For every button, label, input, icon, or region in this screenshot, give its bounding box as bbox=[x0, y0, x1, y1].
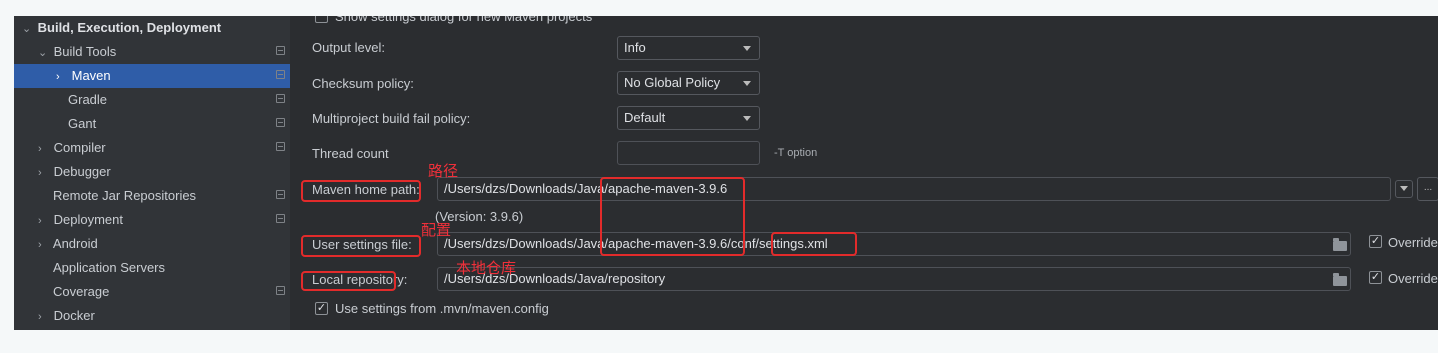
chevron-down-icon: ⌄ bbox=[38, 47, 48, 59]
checksum-policy-label: Checksum policy: bbox=[312, 76, 414, 91]
user-settings-input[interactable]: /Users/dzs/Downloads/Java/apache-maven-3… bbox=[437, 232, 1351, 256]
sidebar-item-debugger[interactable]: › Debugger bbox=[14, 160, 314, 184]
sidebar-item-application-servers[interactable]: Application Servers bbox=[14, 256, 329, 280]
sidebar-item-label: Compiler bbox=[53, 140, 106, 155]
multiproject-fail-policy-dropdown[interactable]: Default bbox=[617, 106, 760, 130]
sidebar-item-label: Build, Execution, Deployment bbox=[37, 20, 222, 35]
checksum-policy-dropdown[interactable]: No Global Policy bbox=[617, 71, 760, 95]
project-settings-icon bbox=[276, 214, 285, 223]
sidebar-item-remote-jar-repositories[interactable]: Remote Jar Repositories bbox=[14, 184, 329, 208]
sidebar-item-coverage[interactable]: Coverage bbox=[14, 280, 329, 304]
chevron-right-icon: › bbox=[38, 311, 42, 323]
output-level-value: Info bbox=[624, 40, 646, 55]
sidebar-item-label: Build Tools bbox=[53, 44, 117, 59]
sidebar-item-label: Remote Jar Repositories bbox=[53, 188, 197, 203]
annotation-box-user-settings-label bbox=[301, 235, 421, 257]
user-settings-override-label: Override bbox=[1388, 235, 1438, 250]
project-settings-icon bbox=[276, 142, 285, 151]
settings-window: ⌄ Build, Execution, Deployment ⌄ Build T… bbox=[14, 16, 1438, 330]
chevron-down-icon: ⌄ bbox=[22, 23, 32, 35]
annotation-config-note: 配置 bbox=[421, 222, 452, 239]
annotation-box-maven-home-label bbox=[301, 180, 421, 202]
sidebar-item-label: Gradle bbox=[68, 92, 108, 107]
thread-count-input[interactable] bbox=[617, 141, 760, 165]
project-settings-icon bbox=[276, 286, 285, 295]
user-settings-override-checkbox[interactable]: ✓ bbox=[1369, 235, 1382, 248]
chevron-down-icon bbox=[743, 46, 751, 51]
settings-sidebar: ⌄ Build, Execution, Deployment ⌄ Build T… bbox=[14, 16, 332, 330]
folder-icon[interactable] bbox=[1333, 238, 1347, 251]
checksum-policy-value: No Global Policy bbox=[624, 75, 721, 90]
sidebar-item-label: Deployment bbox=[53, 212, 123, 227]
sidebar-item-build-execution-deployment[interactable]: ⌄ Build, Execution, Deployment bbox=[14, 16, 298, 40]
sidebar-item-build-tools[interactable]: ⌄ Build Tools bbox=[14, 40, 314, 64]
local-repository-override-checkbox[interactable]: ✓ bbox=[1369, 271, 1382, 284]
chevron-right-icon: › bbox=[38, 215, 42, 227]
output-level-label: Output level: bbox=[312, 40, 385, 55]
maven-home-input[interactable]: /Users/dzs/Downloads/Java/apache-maven-3… bbox=[437, 177, 1391, 201]
maven-home-dropdown-button[interactable] bbox=[1395, 180, 1413, 198]
show-settings-checkbox[interactable] bbox=[315, 16, 328, 23]
output-level-dropdown[interactable]: Info bbox=[617, 36, 760, 60]
chevron-down-icon bbox=[743, 81, 751, 86]
chevron-down-icon bbox=[743, 116, 751, 121]
chevron-right-icon: › bbox=[56, 71, 60, 83]
annotation-box-local-repo-label bbox=[301, 271, 396, 291]
t-option-hint: -T option bbox=[774, 147, 818, 159]
project-settings-icon bbox=[276, 190, 285, 199]
chevron-right-icon: › bbox=[38, 143, 42, 155]
sidebar-item-docker[interactable]: › Docker bbox=[14, 304, 314, 328]
sidebar-item-android[interactable]: › Android bbox=[14, 232, 314, 256]
annotation-box-settings-xml bbox=[771, 232, 857, 256]
annotation-path-note: 路径 bbox=[428, 163, 459, 180]
sidebar-item-label: Android bbox=[52, 236, 98, 251]
multiproject-fail-policy-value: Default bbox=[624, 110, 666, 125]
chevron-right-icon: › bbox=[38, 167, 42, 179]
local-repository-override-label: Override bbox=[1388, 271, 1438, 286]
sidebar-item-label: Maven bbox=[71, 68, 111, 83]
use-mvn-config-checkbox[interactable]: ✓ bbox=[315, 302, 328, 315]
thread-count-label: Thread count bbox=[312, 146, 389, 161]
sidebar-item-label: Docker bbox=[53, 308, 95, 323]
project-settings-icon bbox=[276, 94, 285, 103]
project-settings-icon bbox=[276, 118, 285, 127]
chevron-right-icon: › bbox=[38, 239, 42, 251]
sidebar-item-maven[interactable]: › Maven bbox=[14, 64, 332, 88]
folder-icon[interactable] bbox=[1333, 273, 1347, 286]
sidebar-item-label: Debugger bbox=[53, 164, 111, 179]
chevron-down-icon bbox=[1400, 186, 1408, 191]
local-repository-input[interactable]: /Users/dzs/Downloads/Java/repository bbox=[437, 267, 1351, 291]
show-settings-label: Show settings dialog for new Maven proje… bbox=[335, 16, 593, 24]
project-settings-icon bbox=[276, 70, 285, 79]
sidebar-item-label: Application Servers bbox=[53, 260, 165, 275]
sidebar-item-deployment[interactable]: › Deployment bbox=[14, 208, 314, 232]
use-mvn-config-label: Use settings from .mvn/maven.config bbox=[335, 301, 549, 316]
project-settings-icon bbox=[276, 46, 285, 55]
sidebar-item-compiler[interactable]: › Compiler bbox=[14, 136, 314, 160]
maven-settings-panel: Show settings dialog for new Maven proje… bbox=[290, 16, 1438, 330]
sidebar-item-label: Coverage bbox=[53, 284, 110, 299]
annotation-box-maven-folder bbox=[600, 177, 745, 256]
browse-button[interactable]: ... bbox=[1417, 177, 1438, 201]
multiproject-fail-policy-label: Multiproject build fail policy: bbox=[312, 111, 471, 126]
sidebar-item-label: Gant bbox=[68, 116, 97, 131]
annotation-local-repo-note: 本地仓库 bbox=[456, 260, 517, 277]
